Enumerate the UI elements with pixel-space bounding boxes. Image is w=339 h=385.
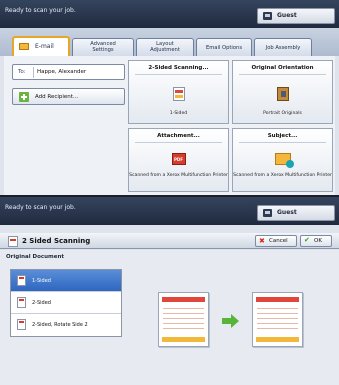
- add-recipient-button[interactable]: Add Recipient...: [12, 88, 125, 105]
- document-icon: [8, 236, 18, 247]
- to-label: To:: [18, 69, 26, 75]
- page-text-line: [163, 328, 204, 329]
- tab-label: Layout Adjustment: [150, 41, 180, 53]
- subject-button[interactable]: Subject... Scanned from a Xerox Multifun…: [232, 128, 333, 192]
- ok-button[interactable]: ✔ OK: [300, 235, 332, 247]
- tab-advanced-settings[interactable]: Advanced Settings: [72, 38, 134, 56]
- dialog-title: 2 Sided Scanning: [22, 237, 91, 245]
- user-button[interactable]: Guest: [257, 205, 335, 221]
- feature-title: Attachment...: [157, 133, 200, 139]
- result-page-preview: [252, 292, 303, 347]
- page-text-line: [163, 313, 204, 314]
- page-text-line: [257, 313, 298, 314]
- single-page-icon: [173, 87, 185, 101]
- single-page-icon: [17, 275, 26, 286]
- status-message: Ready to scan your job.: [5, 7, 76, 14]
- tab-email[interactable]: E-mail: [12, 36, 70, 56]
- option-2-sided[interactable]: 2-Sided: [11, 292, 121, 314]
- tab-job-assembly[interactable]: Job Assembly: [254, 38, 312, 56]
- feature-value: 1-Sided: [169, 111, 188, 116]
- option-label: 2-Sided, Rotate Side 2: [32, 322, 88, 328]
- page-text-line: [257, 318, 298, 319]
- close-icon: ✖: [259, 237, 265, 245]
- user-label: Guest: [277, 209, 297, 216]
- status-bar: Ready to scan your job. Guest: [0, 197, 339, 225]
- user-label: Guest: [277, 12, 297, 19]
- add-recipient-label: Add Recipient...: [35, 94, 79, 100]
- tab-label: E-mail: [35, 43, 54, 50]
- divider: [239, 142, 326, 143]
- page-text-line: [163, 323, 204, 324]
- user-icon: [263, 209, 272, 217]
- section-label: Original Document: [6, 254, 65, 260]
- divider: [135, 74, 222, 75]
- email-screen: Ready to scan your job. Guest E-mail Adv…: [0, 0, 339, 195]
- option-2-sided-rotate[interactable]: 2-Sided, Rotate Side 2: [11, 314, 121, 336]
- dialog-title-bar: 2 Sided Scanning ✖ Cancel ✔ OK: [0, 233, 339, 249]
- feature-title: Original Orientation: [251, 65, 314, 71]
- tab-layout-adjustment[interactable]: Layout Adjustment: [136, 38, 194, 56]
- envelope-icon: [19, 43, 29, 50]
- tab-label: Advanced Settings: [90, 41, 116, 53]
- option-1-sided[interactable]: 1-Sided: [11, 270, 121, 292]
- feature-title: Subject...: [267, 133, 298, 139]
- option-label: 2-Sided: [32, 300, 51, 306]
- recipient-row[interactable]: To: Happe, Alexander: [12, 64, 125, 80]
- divider: [239, 74, 326, 75]
- dialog-content: Original Document 1-Sided 2-Sided 2-Side…: [0, 250, 339, 385]
- page-text-line: [257, 308, 298, 309]
- rotate-page-icon: [17, 319, 26, 330]
- ok-label: OK: [314, 238, 322, 244]
- two-sided-scanning-screen: Ready to scan your job. Guest 2 Sided Sc…: [0, 197, 339, 385]
- page-text-line: [163, 308, 204, 309]
- feature-title: 2-Sided Scanning...: [148, 65, 209, 71]
- page-text-line: [257, 323, 298, 324]
- feature-value: Scanned from a Xerox Multifunction Print…: [233, 173, 332, 178]
- attachment-button[interactable]: Attachment... PDF Scanned from a Xerox M…: [128, 128, 229, 192]
- tab-label: Email Options: [205, 45, 243, 51]
- feature-value: Scanned from a Xerox Multifunction Print…: [129, 173, 228, 178]
- original-page-preview: [158, 292, 209, 347]
- cancel-button[interactable]: ✖ Cancel: [255, 235, 297, 247]
- divider: [33, 67, 34, 78]
- email-content: To: Happe, Alexander Add Recipient... 2-…: [4, 56, 335, 195]
- page-footer-band: [162, 337, 205, 342]
- cancel-label: Cancel: [269, 238, 288, 244]
- plus-icon: [19, 92, 29, 102]
- status-message: Ready to scan your job.: [5, 204, 76, 211]
- page-header-band: [162, 297, 205, 302]
- two-sided-scanning-button[interactable]: 2-Sided Scanning... 1-Sided: [128, 60, 229, 124]
- page-footer-band: [256, 337, 299, 342]
- pdf-file-icon: PDF: [172, 153, 186, 165]
- original-document-list: 1-Sided 2-Sided 2-Sided, Rotate Side 2: [10, 269, 122, 337]
- arrow-right-icon: [222, 314, 239, 328]
- recipient-name: Happe, Alexander: [37, 69, 87, 75]
- page-header-band: [256, 297, 299, 302]
- user-button[interactable]: Guest: [257, 8, 335, 24]
- portrait-icon: [277, 87, 289, 101]
- status-bar: Ready to scan your job. Guest: [0, 0, 339, 28]
- option-label: 1-Sided: [32, 278, 51, 284]
- folder-edit-icon: [275, 153, 294, 168]
- double-page-icon: [17, 297, 26, 308]
- user-icon: [263, 12, 272, 20]
- tab-email-options[interactable]: Email Options: [196, 38, 252, 56]
- page-text-line: [257, 328, 298, 329]
- page-text-line: [163, 318, 204, 319]
- pdf-icon-label: PDF: [174, 157, 183, 162]
- check-icon: ✔: [304, 236, 310, 244]
- feature-value: Portrait Originals: [263, 111, 302, 116]
- original-orientation-button[interactable]: Original Orientation Portrait Originals: [232, 60, 333, 124]
- tab-bar: E-mail Advanced Settings Layout Adjustme…: [0, 28, 339, 56]
- tab-label: Job Assembly: [265, 45, 301, 51]
- divider: [135, 142, 222, 143]
